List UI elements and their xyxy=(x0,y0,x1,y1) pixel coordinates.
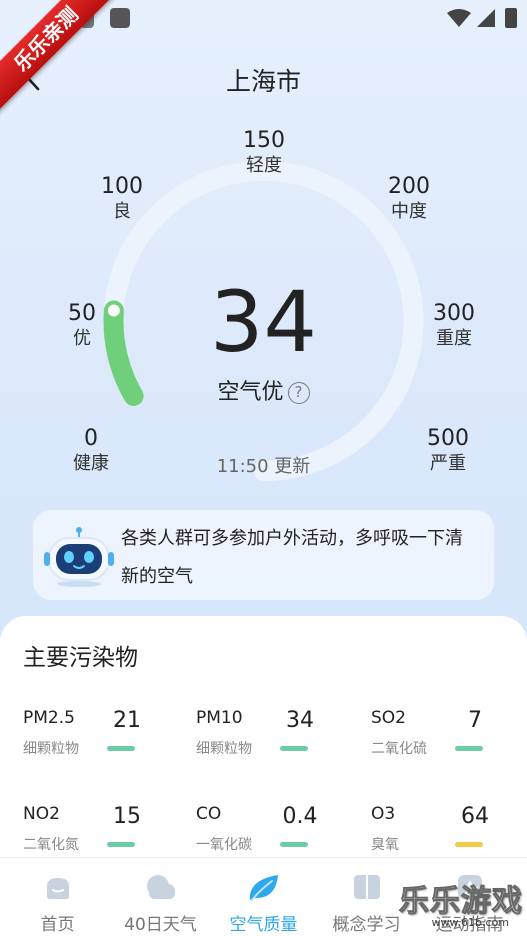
watermark-url: www.61b.com xyxy=(431,916,509,929)
watermark-text: 乐乐游戏 xyxy=(399,884,523,920)
pollutant-level-bar xyxy=(107,746,135,751)
pollutant-desc: 一氧化碳 xyxy=(196,837,252,853)
pollutant-name: NO2 xyxy=(23,804,60,824)
pollutant-level-bar xyxy=(280,842,308,847)
tab-label: 40日天气 xyxy=(124,915,197,935)
tab-label: 首页 xyxy=(40,915,75,935)
tab-air-quality[interactable]: 空气质量 xyxy=(211,858,316,936)
pollutant-value: 21 xyxy=(113,708,141,733)
pollutant-pm10[interactable]: PM10 细颗粒物 34 xyxy=(196,708,356,778)
pollutant-name: SO2 xyxy=(371,708,406,728)
aqi-gauge: 0 健康 50 优 100 良 150 轻度 200 中度 300 重度 500… xyxy=(0,120,527,490)
pollutant-name: CO xyxy=(196,804,222,824)
signal-icon xyxy=(477,9,495,27)
robot-icon xyxy=(44,527,114,587)
tab-home[interactable]: 首页 xyxy=(5,858,110,936)
pollutant-desc: 细颗粒物 xyxy=(196,741,252,757)
watermark-logo: 乐乐游戏 www.61b.com xyxy=(397,876,527,936)
pollutant-name: O3 xyxy=(371,804,396,824)
update-time: 11:50 更新 xyxy=(216,456,311,477)
pollutant-desc: 二氧化氮 xyxy=(23,837,79,853)
tick-value: 500 xyxy=(427,426,469,451)
aqi-quality-label: 空气优 xyxy=(217,380,284,405)
wifi-icon xyxy=(447,9,471,27)
tick-100: 100 良 xyxy=(77,174,167,224)
pollutant-value: 0.4 xyxy=(282,804,318,829)
tick-value: 0 xyxy=(84,426,98,451)
leaf-icon xyxy=(249,875,278,901)
pollutant-desc: 臭氧 xyxy=(371,837,399,853)
pollutants-title: 主要污染物 xyxy=(23,645,138,671)
aqi-value: 34 xyxy=(210,273,317,371)
tick-150: 150 轻度 xyxy=(219,128,309,178)
watermark-ribbon-text: 乐乐亲测 xyxy=(0,0,122,115)
pollutant-desc: 细颗粒物 xyxy=(23,741,79,757)
pollutant-value: 34 xyxy=(286,708,314,733)
pollutant-desc: 二氧化硫 xyxy=(371,741,427,757)
home-icon xyxy=(46,878,69,899)
pollutant-level-bar xyxy=(280,746,308,751)
tab-40day-weather[interactable]: 40日天气 xyxy=(108,858,213,936)
tick-level: 轻度 xyxy=(246,155,282,176)
pollutant-value: 64 xyxy=(461,804,489,829)
watermark-ribbon: 乐乐亲测 xyxy=(0,0,130,130)
battery-icon xyxy=(505,8,517,28)
tick-value: 150 xyxy=(243,128,285,153)
pollutant-level-bar xyxy=(455,842,483,847)
cloud-icon xyxy=(146,875,175,899)
book-icon xyxy=(353,875,380,899)
pollutant-name: PM2.5 xyxy=(23,708,75,728)
tab-label: 空气质量 xyxy=(229,915,298,935)
aqi-quality-row: 空气优? xyxy=(0,374,527,406)
tick-200: 200 中度 xyxy=(364,174,454,224)
pollutant-level-bar xyxy=(107,842,135,847)
advice-text: 各类人群可多参加户外活动，多呼吸一下清新的空气 xyxy=(121,528,463,587)
pollutant-so2[interactable]: SO2 二氧化硫 7 xyxy=(371,708,527,778)
tick-level: 中度 xyxy=(391,201,427,222)
pollutant-value: 15 xyxy=(113,804,141,829)
pollutant-value: 7 xyxy=(468,708,482,733)
tick-value: 200 xyxy=(388,174,430,199)
pollutant-pm25[interactable]: PM2.5 细颗粒物 21 xyxy=(23,708,183,778)
advice-card: 各类人群可多参加户外活动，多呼吸一下清新的空气 xyxy=(33,510,494,600)
pollutant-level-bar xyxy=(455,746,483,751)
tick-level: 良 xyxy=(113,201,131,222)
help-icon[interactable]: ? xyxy=(287,382,310,404)
tick-value: 100 xyxy=(101,174,143,199)
pollutant-name: PM10 xyxy=(196,708,243,728)
